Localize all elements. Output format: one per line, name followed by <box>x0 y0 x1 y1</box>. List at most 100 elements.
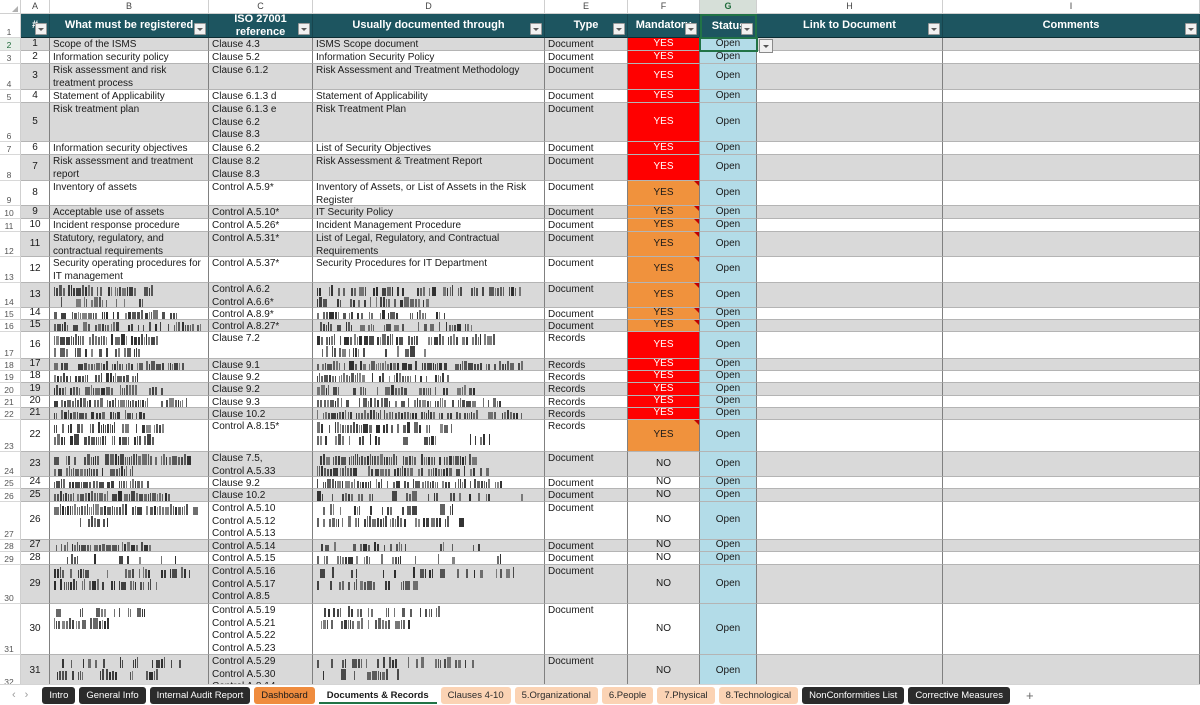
cell-row-index[interactable]: 19 <box>21 383 50 396</box>
table-row[interactable]: 15 Control A.8.27* Document YES Open <box>21 320 1200 332</box>
cell-row-index[interactable]: 31 <box>21 655 50 684</box>
cell-row-index[interactable]: 29 <box>21 565 50 604</box>
cell-link-to-document[interactable] <box>757 552 943 565</box>
column-header-C[interactable]: C <box>209 0 313 13</box>
cell-mandatory[interactable]: YES <box>628 371 700 383</box>
cell-usually-documented-through[interactable] <box>313 320 545 332</box>
cell-iso-reference[interactable]: Control A.5.26* <box>209 219 313 232</box>
cell-type[interactable]: Records <box>545 359 628 371</box>
filter-dropdown-icon-mand[interactable] <box>685 23 697 35</box>
cell-usually-documented-through[interactable]: Risk Treatment Plan <box>313 103 545 142</box>
cell-mandatory[interactable]: YES <box>628 308 700 320</box>
row-number-31[interactable]: 31 <box>0 604 21 655</box>
cell-type[interactable]: Document <box>545 489 628 502</box>
cell-comments[interactable] <box>943 181 1200 206</box>
cell-iso-reference[interactable]: Control A.5.29 Control A.5.30 Control A.… <box>209 655 313 684</box>
cell-type[interactable]: Records <box>545 420 628 452</box>
cell-mandatory[interactable]: YES <box>628 420 700 452</box>
cell-what-must-be-registered[interactable]: Risk assessment and risk treatment proce… <box>50 64 209 90</box>
table-row[interactable]: 5 Risk treatment plan Clause 6.1.3 e Claus… <box>21 103 1200 142</box>
row-number-16[interactable]: 16 <box>0 320 21 332</box>
cell-link-to-document[interactable] <box>757 90 943 103</box>
cell-comments[interactable] <box>943 477 1200 489</box>
cell-comments[interactable] <box>943 103 1200 142</box>
cell-usually-documented-through[interactable]: Inventory of Assets, or List of Assets i… <box>313 181 545 206</box>
row-number-21[interactable]: 21 <box>0 396 21 408</box>
cell-link-to-document[interactable] <box>757 257 943 283</box>
cell-link-to-document[interactable] <box>757 51 943 64</box>
cell-row-index[interactable]: 23 <box>21 452 50 477</box>
cell-type[interactable]: Document <box>545 283 628 308</box>
cell-link-to-document[interactable] <box>757 64 943 90</box>
cell-link-to-document[interactable] <box>757 565 943 604</box>
cell-iso-reference[interactable]: Control A.5.19 Control A.5.21 Control A.… <box>209 604 313 655</box>
cell-usually-documented-through[interactable]: Risk Assessment & Treatment Report <box>313 155 545 181</box>
cell-what-must-be-registered[interactable] <box>50 371 209 383</box>
table-row[interactable]: 4 Statement of Applicability Clause 6.1.3 … <box>21 90 1200 103</box>
cell-link-to-document[interactable] <box>757 502 943 540</box>
row-number-3[interactable]: 3 <box>0 51 21 64</box>
cell-type[interactable]: Document <box>545 552 628 565</box>
cell-usually-documented-through[interactable] <box>313 452 545 477</box>
cell-comments[interactable] <box>943 308 1200 320</box>
cell-type[interactable]: Document <box>545 206 628 219</box>
cell-status[interactable]: Open <box>700 396 757 408</box>
sheet-tab-corrective-measures[interactable]: Corrective Measures <box>908 686 1010 704</box>
cell-iso-reference[interactable]: Clause 10.2 <box>209 489 313 502</box>
cell-row-index[interactable]: 12 <box>21 257 50 283</box>
cell-mandatory[interactable]: YES <box>628 320 700 332</box>
cell-usually-documented-through[interactable] <box>313 308 545 320</box>
cell-iso-reference[interactable]: Clause 8.2 Clause 8.3 <box>209 155 313 181</box>
sheet-prev-icon[interactable]: ‹ <box>12 689 16 701</box>
cell-mandatory[interactable]: YES <box>628 396 700 408</box>
cell-comments[interactable] <box>943 383 1200 396</box>
cell-what-must-be-registered[interactable]: Risk treatment plan <box>50 103 209 142</box>
cell-mandatory[interactable]: YES <box>628 257 700 283</box>
cell-usually-documented-through[interactable] <box>313 371 545 383</box>
row-number-25[interactable]: 25 <box>0 477 21 489</box>
cell-status[interactable]: Open <box>700 51 757 64</box>
cell-row-index[interactable]: 2 <box>21 51 50 64</box>
cell-mandatory[interactable]: YES <box>628 155 700 181</box>
cell-status[interactable]: Open <box>700 155 757 181</box>
column-header-H[interactable]: H <box>757 0 943 13</box>
cell-iso-reference[interactable]: Control A.8.9* <box>209 308 313 320</box>
cell-usually-documented-through[interactable]: Information Security Policy <box>313 51 545 64</box>
cell-iso-reference[interactable]: Clause 9.2 <box>209 477 313 489</box>
cell-what-must-be-registered[interactable] <box>50 452 209 477</box>
cell-what-must-be-registered[interactable]: Incident response procedure <box>50 219 209 232</box>
cell-type[interactable]: Records <box>545 396 628 408</box>
row-number-5[interactable]: 5 <box>0 90 21 103</box>
cell-comments[interactable] <box>943 359 1200 371</box>
cell-iso-reference[interactable]: Control A.5.14 <box>209 540 313 552</box>
cell-type[interactable]: Document <box>545 51 628 64</box>
cell-usually-documented-through[interactable] <box>313 502 545 540</box>
cell-usually-documented-through[interactable] <box>313 655 545 684</box>
cell-mandatory[interactable]: YES <box>628 359 700 371</box>
cell-row-index[interactable]: 11 <box>21 232 50 257</box>
cell-what-must-be-registered[interactable] <box>50 655 209 684</box>
cell-mandatory[interactable]: YES <box>628 206 700 219</box>
cell-mandatory[interactable]: YES <box>628 332 700 359</box>
cell-status[interactable]: Open <box>700 408 757 420</box>
row-number-23[interactable]: 23 <box>0 420 21 452</box>
row-number-27[interactable]: 27 <box>0 502 21 540</box>
row-number-13[interactable]: 13 <box>0 257 21 283</box>
sheet-tab-clauses-4-10[interactable]: Clauses 4-10 <box>440 686 511 704</box>
cell-type[interactable]: Records <box>545 332 628 359</box>
sheet-tab-general-info[interactable]: General Info <box>79 686 146 704</box>
cell-status[interactable]: Open <box>700 64 757 90</box>
cell-type[interactable]: Document <box>545 540 628 552</box>
table-row[interactable]: 23 Clause 7.5, Control A.5.33 Document NO Op… <box>21 452 1200 477</box>
cell-type[interactable]: Records <box>545 408 628 420</box>
sheet-tab-nonconformities-list[interactable]: NonConformities List <box>802 686 905 704</box>
cell-iso-reference[interactable]: Control A.5.9* <box>209 181 313 206</box>
cell-what-must-be-registered[interactable]: Statutory, regulatory, and contractual r… <box>50 232 209 257</box>
cell-comments[interactable] <box>943 396 1200 408</box>
column-header-I[interactable]: I <box>943 0 1200 13</box>
cell-link-to-document[interactable] <box>757 103 943 142</box>
cell-type[interactable]: Document <box>545 155 628 181</box>
cell-comments[interactable] <box>943 408 1200 420</box>
cell-status[interactable]: Open <box>700 257 757 283</box>
row-number-15[interactable]: 15 <box>0 308 21 320</box>
